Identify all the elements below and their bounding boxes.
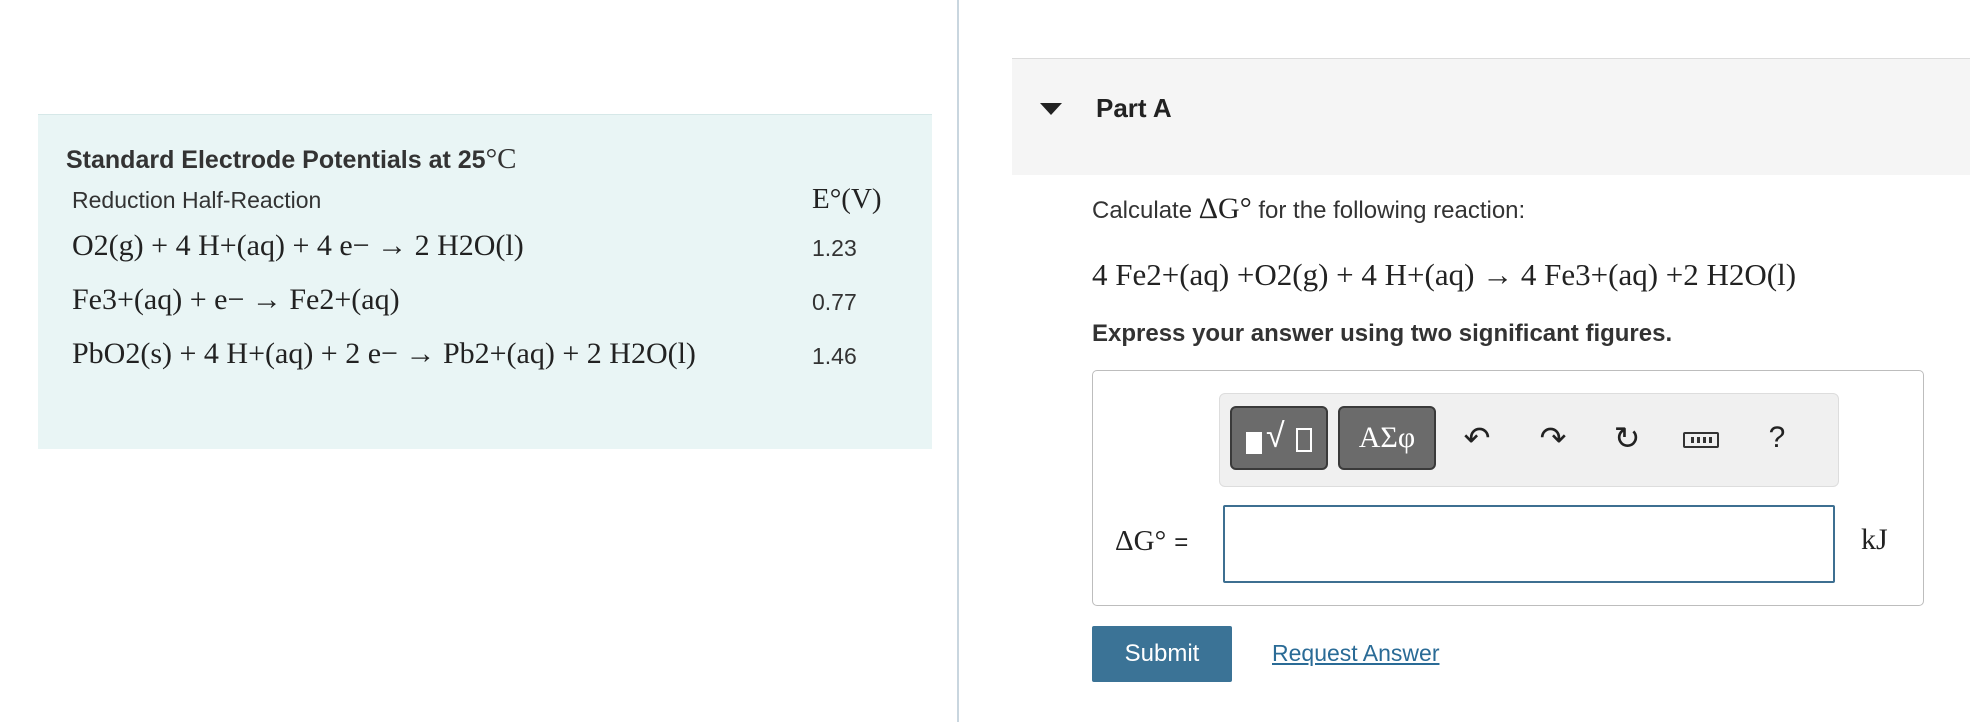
panel-divider bbox=[957, 0, 959, 722]
template-block-icon bbox=[1246, 432, 1262, 454]
help-icon[interactable]: ? bbox=[1752, 408, 1802, 468]
table-title: Standard Electrode Potentials at 25°C bbox=[66, 143, 517, 175]
half-reaction: Fe3+(aq) + e− → Fe2+(aq) bbox=[72, 283, 400, 316]
keyboard-icon[interactable] bbox=[1676, 408, 1726, 468]
potential-value: 0.77 bbox=[812, 289, 857, 315]
reaction-equation: 4 Fe2+(aq) +O2(g) + 4 H+(aq) → 4 Fe3+(aq… bbox=[1092, 257, 1797, 292]
unit-label: kJ bbox=[1861, 523, 1888, 556]
reset-icon[interactable]: ↻ bbox=[1602, 408, 1652, 468]
template-box-icon bbox=[1296, 428, 1312, 452]
electrode-potentials-table: Standard Electrode Potentials at 25°C Re… bbox=[38, 114, 932, 449]
answer-input[interactable] bbox=[1223, 505, 1835, 583]
greek-symbols-button[interactable]: ΑΣφ bbox=[1338, 406, 1436, 470]
half-reaction: O2(g) + 4 H+(aq) + 4 e− → 2 H2O(l) bbox=[72, 229, 524, 262]
submit-button[interactable]: Submit bbox=[1092, 626, 1232, 682]
table-row: Fe3+(aq) + e− → Fe2+(aq) 0.77 bbox=[72, 283, 912, 333]
templates-button[interactable]: √ bbox=[1230, 406, 1328, 470]
table-row: PbO2(s) + 4 H+(aq) + 2 e− → Pb2+(aq) + 2… bbox=[72, 337, 912, 387]
table-header-row: Reduction Half-Reaction E°(V) bbox=[72, 183, 912, 233]
part-a-header[interactable]: Part A bbox=[1012, 58, 1970, 175]
part-title: Part A bbox=[1096, 93, 1172, 123]
potential-value: 1.46 bbox=[812, 343, 857, 369]
radical-icon: √ bbox=[1266, 417, 1285, 455]
column-header-reaction: Reduction Half-Reaction bbox=[72, 187, 322, 213]
answer-instructions: Express your answer using two significan… bbox=[1092, 320, 1673, 347]
half-reaction: PbO2(s) + 4 H+(aq) + 2 e− → Pb2+(aq) + 2… bbox=[72, 337, 696, 370]
caret-down-icon[interactable] bbox=[1040, 103, 1062, 115]
column-header-potential: E°(V) bbox=[812, 183, 882, 215]
redo-icon[interactable]: ↷ bbox=[1528, 408, 1578, 468]
table-row: O2(g) + 4 H+(aq) + 4 e− → 2 H2O(l) 1.23 bbox=[72, 229, 912, 279]
answer-area: √ ΑΣφ ↶ ↷ ↻ ? ΔG° = kJ bbox=[1092, 370, 1924, 606]
delta-g-symbol: ΔG° bbox=[1198, 192, 1252, 225]
answer-label: ΔG° = bbox=[1115, 525, 1189, 557]
undo-icon[interactable]: ↶ bbox=[1452, 408, 1502, 468]
question-prompt: Calculate ΔG° for the following reaction… bbox=[1092, 192, 1526, 225]
request-answer-link[interactable]: Request Answer bbox=[1272, 640, 1439, 667]
potential-value: 1.23 bbox=[812, 235, 857, 261]
math-toolbar: √ ΑΣφ ↶ ↷ ↻ ? bbox=[1219, 393, 1839, 487]
